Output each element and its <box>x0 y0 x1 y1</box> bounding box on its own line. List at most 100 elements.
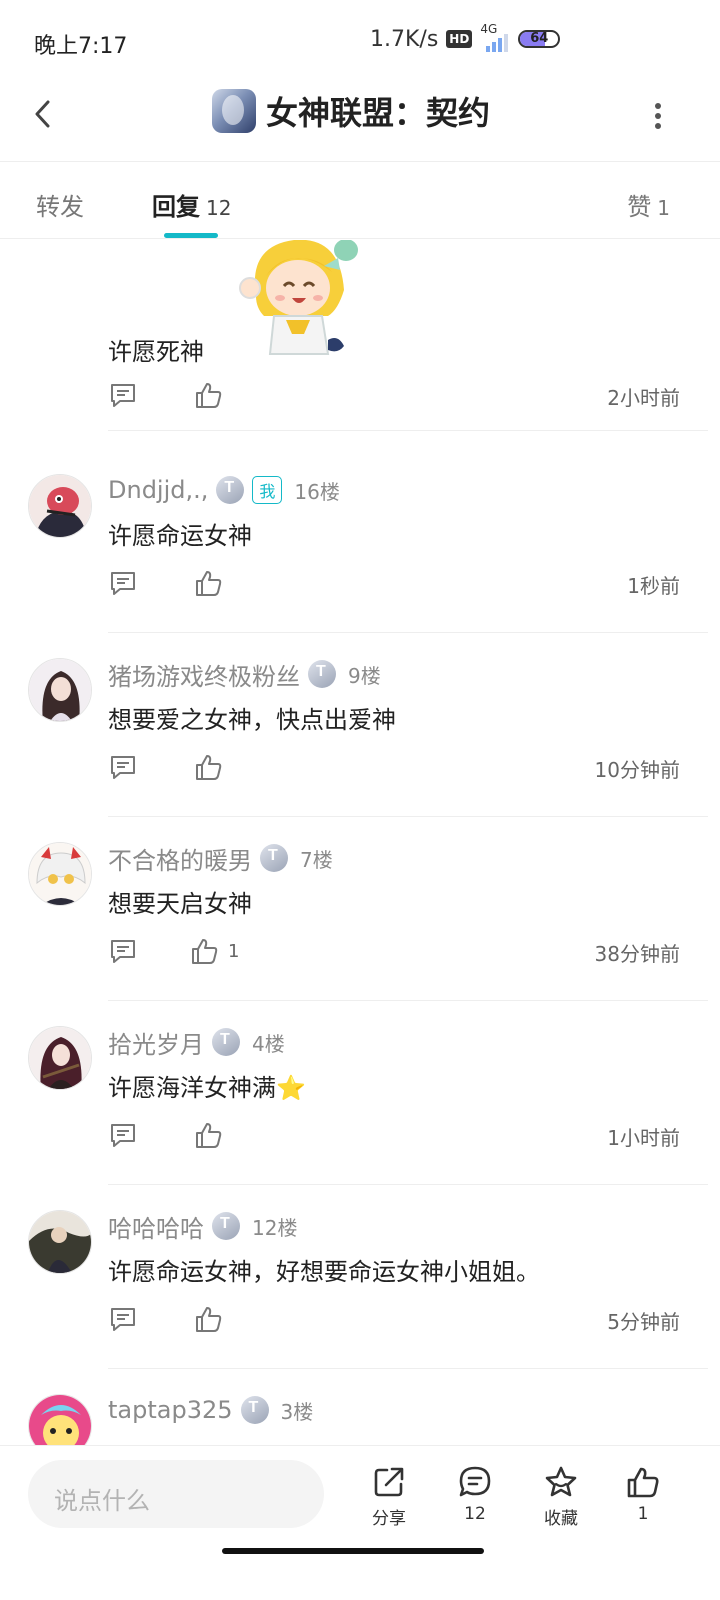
floor-number: 4楼 <box>252 1031 285 1056</box>
comment-input[interactable]: 说点什么 <box>28 1460 324 1528</box>
avatar[interactable] <box>28 1210 92 1274</box>
like-button[interactable] <box>194 752 232 782</box>
comment-actions: 1小时前 <box>108 1120 680 1156</box>
signal-icon: 4G <box>480 22 510 52</box>
chevron-left-icon <box>35 100 50 128</box>
tab-forward[interactable]: 转发 <box>36 187 84 222</box>
comment-button[interactable]: 12 <box>440 1464 510 1524</box>
comment-meta: 不合格的暖男 7楼 <box>108 841 333 876</box>
like-button[interactable]: 1 <box>190 936 239 966</box>
comment-meta: Dndjjd,., 我 16楼 <box>108 474 340 506</box>
favorite-button[interactable]: 收藏 <box>526 1464 596 1529</box>
thumbs-up-icon <box>627 1467 659 1498</box>
username[interactable]: 不合格的暖男 <box>108 841 252 876</box>
comment-item: Dndjjd,., 我 16楼 许愿命运女神 1秒前 <box>0 474 720 660</box>
share-label: 分享 <box>372 1509 406 1529</box>
thumbs-up-icon <box>196 1123 222 1148</box>
me-badge: 我 <box>252 476 283 504</box>
comment-content: 许愿命运女神，好想要命运女神小姐姐。 <box>108 1258 540 1286</box>
thumbs-up-icon <box>192 939 218 964</box>
comment-meta: 哈哈哈哈 12楼 <box>108 1209 297 1244</box>
thumbs-up-icon <box>196 1307 222 1332</box>
floor-number: 7楼 <box>300 847 333 872</box>
reply-icon[interactable] <box>108 936 138 966</box>
battery-icon: 64 <box>518 30 561 48</box>
tab-like-label: 赞 <box>627 193 652 221</box>
status-bar: 晚上7:17 1.7K/s HD 4G 64 <box>0 0 720 80</box>
status-indicators: 1.7K/s HD 4G 64 <box>370 22 561 52</box>
divider <box>108 1368 708 1369</box>
game-icon <box>212 89 256 133</box>
comment-item: 拾光岁月 4楼 许愿海洋女神满⭐ 1小时前 <box>0 1026 720 1212</box>
avatar[interactable] <box>28 842 92 906</box>
like-button[interactable]: 1 <box>608 1464 678 1524</box>
divider <box>108 816 708 817</box>
floor-number: 9楼 <box>348 663 381 688</box>
like-count: 1 <box>637 1504 649 1524</box>
net-speed: 1.7K/s <box>370 26 439 52</box>
comment-icon <box>459 1466 491 1497</box>
tab-like-count: 1 <box>657 196 670 220</box>
username[interactable]: 哈哈哈哈 <box>108 1209 204 1244</box>
like-button[interactable] <box>194 380 224 410</box>
comment-time: 5分钟前 <box>607 1310 680 1334</box>
tab-forward-label: 转发 <box>36 193 84 221</box>
reply-icon[interactable] <box>108 752 138 782</box>
tab-like[interactable]: 赞1 <box>627 187 670 222</box>
level-badge-icon <box>240 1396 269 1424</box>
comment-meta: 猪场游戏终极粉丝 9楼 <box>108 657 381 692</box>
reply-icon[interactable] <box>108 1304 138 1334</box>
divider <box>108 1184 708 1185</box>
tab-reply-label: 回复 <box>152 193 200 221</box>
avatar[interactable] <box>28 1394 92 1445</box>
more-menu-button[interactable] <box>648 98 668 134</box>
comment-actions: 10分钟前 <box>108 752 680 788</box>
active-tab-indicator <box>164 233 218 238</box>
status-time: 晚上7:17 <box>34 34 128 59</box>
comment-actions: 1秒前 <box>108 568 680 604</box>
bottom-action-bar: 说点什么 分享 12 收藏 1 <box>0 1445 720 1545</box>
tab-reply-count: 12 <box>206 196 232 220</box>
reply-icon[interactable] <box>108 568 138 598</box>
star-icon <box>545 1466 577 1497</box>
comment-time: 1秒前 <box>627 574 680 598</box>
like-button[interactable] <box>194 568 232 598</box>
avatar[interactable] <box>28 474 92 538</box>
like-count: 1 <box>228 940 240 962</box>
comment-meta: 拾光岁月 4楼 <box>108 1025 285 1060</box>
floor-number: 3楼 <box>280 1399 314 1424</box>
comment-content: 想要天启女神 <box>108 890 252 918</box>
avatar[interactable] <box>28 658 92 722</box>
username[interactable]: 猪场游戏终极粉丝 <box>108 657 300 692</box>
level-badge-icon <box>212 1028 240 1056</box>
avatar[interactable] <box>28 1026 92 1090</box>
comment-content: 想要爱之女神，快点出爱神 <box>108 706 396 734</box>
comment-item: taptap325 3楼 <box>0 1394 720 1445</box>
back-button[interactable] <box>26 94 66 134</box>
comment-input-placeholder: 说点什么 <box>54 1487 150 1515</box>
thumbs-up-icon <box>196 571 222 596</box>
share-icon <box>374 1467 404 1497</box>
username[interactable]: 拾光岁月 <box>108 1025 204 1060</box>
username[interactable]: Dndjjd,., <box>108 476 208 504</box>
title-group[interactable]: 女神联盟：契约 <box>212 88 490 134</box>
level-badge-icon <box>260 844 288 872</box>
sticker-image <box>228 240 362 360</box>
like-button[interactable] <box>194 1304 232 1334</box>
comment-list[interactable]: 许愿死神 2小时前 Dndjjd,., 我 16楼 许愿命运女神 1秒前 <box>0 240 720 1445</box>
top-app-bar: 女神联盟：契约 <box>0 80 720 162</box>
reply-icon[interactable] <box>108 380 138 410</box>
divider <box>108 632 708 633</box>
floor-number: 16楼 <box>294 479 340 504</box>
tab-reply[interactable]: 回复 12 <box>152 187 231 222</box>
reply-icon[interactable] <box>108 1120 138 1150</box>
username[interactable]: taptap325 <box>108 1396 233 1424</box>
more-vertical-icon <box>655 103 661 129</box>
like-button[interactable] <box>194 1120 232 1150</box>
comment-item: 不合格的暖男 7楼 想要天启女神 1 38分钟前 <box>0 842 720 1028</box>
home-indicator[interactable] <box>222 1548 484 1554</box>
comment-item: 猪场游戏终极粉丝 9楼 想要爱之女神，快点出爱神 10分钟前 <box>0 658 720 844</box>
comment-time: 2小时前 <box>607 386 680 410</box>
share-button[interactable]: 分享 <box>354 1464 424 1529</box>
comment-time: 38分钟前 <box>594 942 680 966</box>
